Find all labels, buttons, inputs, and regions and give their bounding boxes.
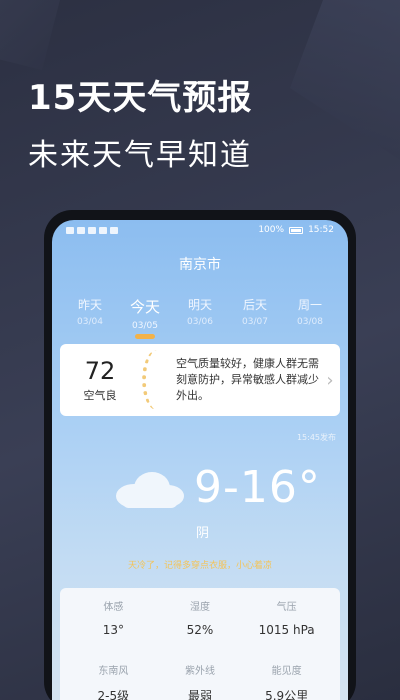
day-tab[interactable]: 周一 03/08 [286, 296, 334, 331]
cloud-icon [116, 472, 184, 508]
app-icon [99, 226, 107, 234]
detail-value: 5.9公里 [265, 688, 309, 700]
chevron-right-icon: › [326, 369, 334, 391]
detail-label: 体感 [103, 602, 124, 613]
air-quality-card[interactable]: 72 空气良 空气质量较好，健康人群无需刻意防护，异常敏感人群减少外出。 › [60, 344, 340, 416]
day-date: 03/08 [297, 317, 323, 327]
aqi-label: 空气良 [83, 389, 117, 402]
weather-condition: 阴 [196, 526, 210, 541]
detail-label: 东南风 [98, 665, 129, 677]
day-name: 后天 [242, 298, 267, 312]
day-date: 03/07 [242, 317, 268, 327]
day-name: 周一 [297, 298, 322, 312]
status-icons [66, 226, 118, 234]
aqi-value: 72 [84, 357, 116, 385]
day-date: 03/05 [132, 321, 158, 331]
background-shape-right [290, 0, 400, 160]
day-name: 昨天 [77, 298, 102, 312]
day-tab[interactable]: 明天 03/06 [176, 296, 224, 331]
app-icon [110, 226, 118, 234]
aqi-description: 空气质量较好，健康人群无需刻意防护，异常敏感人群减少外出。 [176, 357, 319, 402]
detail-label: 气压 [276, 602, 297, 613]
active-day-indicator [135, 334, 155, 339]
detail-feels-like: 体感 13° [70, 598, 157, 652]
day-tab[interactable]: 后天 03/07 [231, 296, 279, 331]
background-shape-left [0, 0, 60, 70]
day-tab-active[interactable]: 今天 03/05 [121, 296, 169, 339]
detail-label: 湿度 [189, 602, 210, 613]
detail-value: 1015 hPa [258, 623, 315, 637]
detail-label: 紫外线 [184, 665, 215, 677]
app-screen: 100% 15:52 南京市 昨天 03/04 今天 03/05 明天 03/0… [52, 220, 348, 700]
battery-percent: 100% [258, 225, 285, 235]
detail-value: 13° [102, 623, 124, 637]
weather-tip: 天冷了，记得多穿点衣服，小心着凉 [127, 561, 272, 571]
detail-pressure: 气压 1015 hPa [243, 598, 330, 652]
day-tab[interactable]: 昨天 03/04 [66, 296, 114, 331]
day-date: 03/04 [77, 317, 103, 327]
city-title[interactable]: 南京市 [52, 254, 348, 274]
detail-value: 最弱 [187, 688, 212, 700]
detail-wind: 东南风 2-5级 [70, 662, 157, 700]
aqi-summary: 72 空气良 [60, 357, 140, 403]
temperature-range: 9-16° [194, 462, 321, 513]
day-name: 明天 [187, 298, 212, 312]
detail-value: 2-5级 [97, 688, 130, 700]
wifi-icon [77, 226, 85, 234]
battery-icon [289, 226, 304, 234]
notification-icon [66, 226, 74, 234]
day-name: 今天 [129, 298, 160, 316]
detail-visibility: 能见度 5.9公里 [243, 662, 330, 700]
status-time: 15:52 [308, 225, 334, 235]
weather-details-panel: 体感 13° 湿度 52% 气压 1015 hPa 东南风 2-5级 紫外线 最… [60, 588, 340, 700]
detail-uv: 紫外线 最弱 [157, 662, 244, 700]
publish-time: 15:45发布 [296, 433, 336, 442]
promo-subtitle: 未来天气早知道 [28, 138, 252, 173]
promo-title: 15天天气预报 [28, 78, 253, 118]
image-icon [88, 226, 96, 234]
status-bar: 100% 15:52 [52, 220, 348, 240]
detail-value: 52% [186, 623, 214, 637]
detail-label: 能见度 [271, 665, 302, 677]
detail-humidity: 湿度 52% [157, 598, 244, 652]
aqi-gauge-arc [142, 350, 172, 410]
day-date: 03/06 [187, 317, 213, 327]
day-tabs: 昨天 03/04 今天 03/05 明天 03/06 后天 03/07 周一 0… [52, 296, 348, 339]
phone-frame: 100% 15:52 南京市 昨天 03/04 今天 03/05 明天 03/0… [44, 210, 356, 700]
